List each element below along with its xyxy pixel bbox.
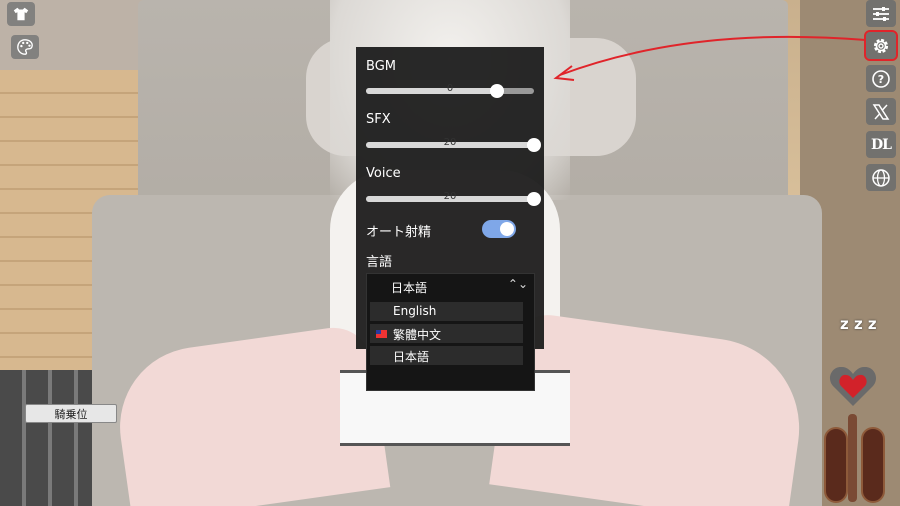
voice-label: Voice: [366, 166, 401, 181]
sleep-indicator[interactable]: z z z: [840, 315, 877, 333]
position-button[interactable]: 騎乗位: [25, 404, 117, 423]
auto-toggle[interactable]: [482, 220, 516, 238]
voice-value: 20: [443, 191, 457, 202]
dl-button[interactable]: DL: [866, 131, 896, 158]
auto-label: オート射精: [366, 225, 432, 240]
right-gauge: [861, 427, 885, 503]
x-logo-icon: [872, 103, 890, 120]
bgm-value: 0: [446, 83, 454, 94]
language-label: 言語: [366, 255, 393, 270]
x-link-button[interactable]: [866, 98, 896, 125]
left-gauge: [824, 427, 848, 503]
chevron-updown-icon: ⌃⌄: [507, 277, 528, 291]
sfx-value: 20: [443, 137, 457, 148]
palette-icon: [17, 39, 33, 55]
language-option-traditional-chinese[interactable]: 繁體中文: [370, 324, 523, 343]
center-gauge: [848, 414, 857, 502]
voice-slider-handle[interactable]: [527, 192, 541, 206]
language-web-button[interactable]: [866, 164, 896, 191]
language-dropdown[interactable]: 日本語 ⌃⌄ English 繁體中文 日本語: [366, 273, 535, 391]
dl-label: DL: [871, 136, 892, 153]
bgm-slider[interactable]: 0: [366, 83, 534, 98]
language-selected: 日本語: [391, 281, 428, 295]
heart-gauge: [829, 364, 877, 408]
svg-text:?: ?: [878, 73, 884, 86]
outfit-button[interactable]: [7, 2, 35, 26]
gear-icon: [873, 38, 889, 53]
language-option-label: 繁體中文: [393, 328, 442, 342]
globe-icon: [872, 168, 890, 187]
shirt-icon: [13, 7, 29, 21]
language-option-label: English: [393, 304, 437, 318]
bgm-slider-handle[interactable]: [490, 84, 505, 98]
palette-button[interactable]: [11, 35, 39, 59]
voice-slider[interactable]: 20: [366, 191, 541, 206]
sliders-icon: [873, 6, 889, 21]
language-select[interactable]: 日本語 ⌃⌄: [367, 274, 534, 298]
sleep-icon: z z z: [840, 315, 877, 333]
sfx-label: SFX: [366, 112, 391, 127]
sfx-slider[interactable]: 20: [366, 137, 541, 152]
language-option-japanese[interactable]: 日本語: [370, 346, 523, 365]
language-option-english[interactable]: English: [370, 302, 523, 321]
auto-toggle-knob: [500, 222, 514, 236]
bgm-label: BGM: [366, 59, 396, 74]
sliders-button[interactable]: [866, 0, 896, 27]
sfx-slider-handle[interactable]: [527, 138, 541, 152]
question-icon: ?: [872, 69, 890, 88]
settings-button[interactable]: [864, 30, 898, 61]
heart-icon: [829, 366, 877, 406]
language-option-label: 日本語: [393, 350, 430, 364]
help-button[interactable]: ?: [866, 65, 896, 92]
taiwan-flag-icon: [376, 330, 387, 338]
